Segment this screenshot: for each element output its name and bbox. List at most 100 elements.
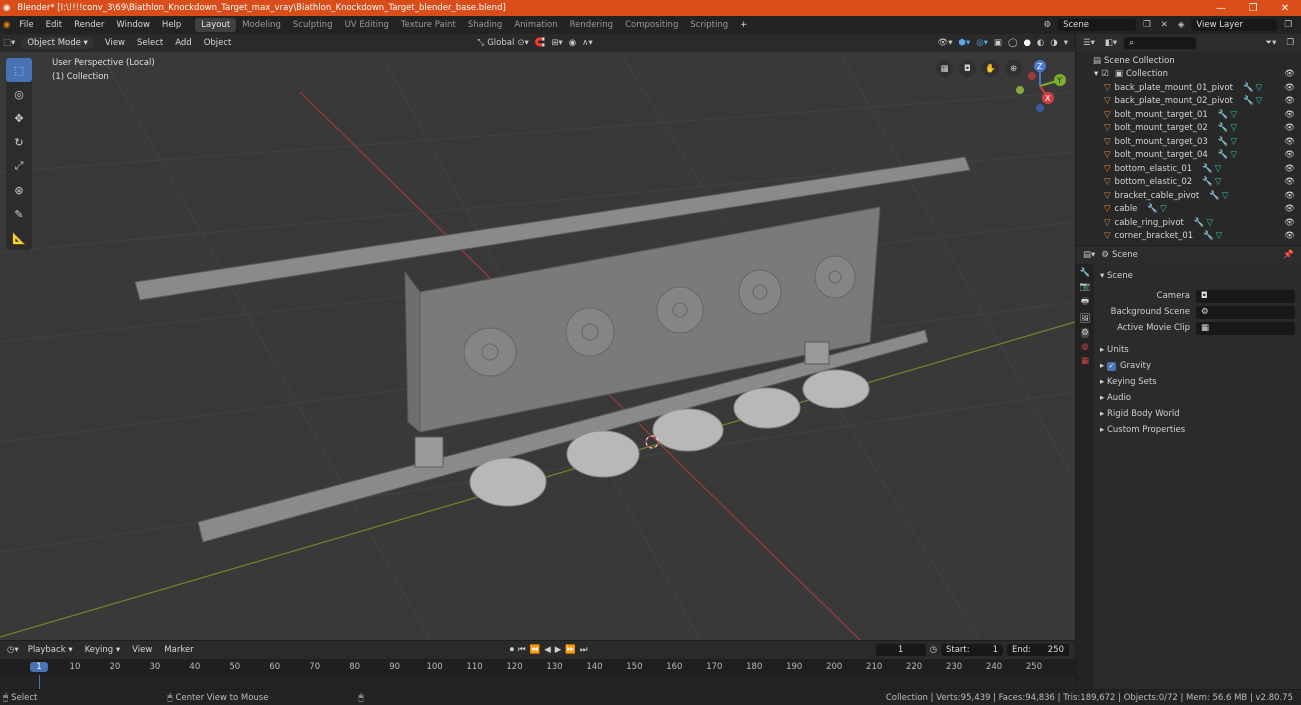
visibility-eye-icon[interactable]: 👁	[1284, 110, 1295, 120]
outliner-item[interactable]: ▽ bolt_mount_target_03 🔧 ▽ 👁	[1104, 135, 1301, 149]
jump-end-icon[interactable]: ⏭	[580, 645, 588, 655]
tab-sculpting[interactable]: Sculpting	[287, 18, 339, 32]
tab-texture-paint[interactable]: Texture Paint	[395, 18, 462, 32]
end-frame-field[interactable]: End: 250	[1007, 644, 1069, 656]
menu-edit[interactable]: Edit	[40, 20, 68, 30]
pivot-point-icon[interactable]: ⊙▾	[517, 38, 528, 48]
remove-scene-icon[interactable]: ✕	[1161, 20, 1168, 30]
units-section[interactable]: ▸ Units	[1100, 342, 1295, 358]
gizmo-neg-y-icon[interactable]	[1016, 86, 1024, 94]
outliner-item[interactable]: ▽ cable 🔧 ▽ 👁	[1104, 203, 1301, 217]
keying-sets-section[interactable]: ▸ Keying Sets	[1100, 374, 1295, 390]
visibility-eye-icon[interactable]: 👁	[1284, 123, 1295, 133]
custom-properties-section[interactable]: ▸ Custom Properties	[1100, 422, 1295, 438]
render-tab-icon[interactable]: 📷	[1080, 282, 1091, 292]
tab-shading[interactable]: Shading	[462, 18, 509, 32]
outliner-item[interactable]: ▽ bolt_mount_target_04 🔧 ▽ 👁	[1104, 149, 1301, 163]
shading-material-icon[interactable]: ◐	[1037, 38, 1044, 48]
menu-render[interactable]: Render	[68, 20, 110, 30]
tab-uv-editing[interactable]: UV Editing	[339, 18, 395, 32]
rotate-tool-icon[interactable]: ↻	[6, 130, 32, 154]
blender-menu-icon[interactable]: ◉	[3, 20, 10, 30]
view-layer-icon[interactable]: ◈	[1178, 20, 1185, 30]
xray-icon[interactable]: ▣	[994, 38, 1002, 48]
menu-window[interactable]: Window	[110, 20, 156, 30]
audio-section[interactable]: ▸ Audio	[1100, 390, 1295, 406]
menu-object[interactable]: Object	[198, 38, 238, 48]
measure-tool-icon[interactable]: 📐	[6, 226, 32, 250]
orientation-dropdown[interactable]: Global	[487, 38, 514, 48]
proportional-edit-icon[interactable]: ◉	[569, 38, 576, 48]
scene-tab-icon[interactable]: ⚙	[1081, 328, 1089, 338]
snap-target-icon[interactable]: ⊞▾	[551, 38, 562, 48]
visibility-eye-icon[interactable]: 👁	[1284, 164, 1295, 174]
frame-ruler[interactable]: 1 10 20 30 40 50 60 70 80 90 100 110 120 130 140 150 160…	[0, 659, 1075, 675]
outliner-editor-icon[interactable]: ☰▾	[1083, 38, 1095, 48]
outliner-item[interactable]: ▽ bolt_mount_target_02 🔧 ▽ 👁	[1104, 122, 1301, 136]
play-icon[interactable]: ▶	[555, 645, 562, 655]
tab-scripting[interactable]: Scripting	[684, 18, 734, 32]
pin-icon[interactable]: 📌	[1283, 250, 1294, 260]
3d-viewport[interactable]: User Perspective (Local) (1) Collection …	[0, 52, 1075, 640]
tool-tab-icon[interactable]: 🔧	[1080, 268, 1091, 278]
overlay-toggle-icon[interactable]: ◎▾	[976, 38, 988, 48]
scene-collection-row[interactable]: ▤ Scene Collection	[1090, 54, 1301, 68]
outliner-item[interactable]: ▽ back_plate_mount_02_pivot 🔧 ▽ 👁	[1104, 95, 1301, 109]
menu-add[interactable]: Add	[169, 38, 197, 48]
jump-start-icon[interactable]: ⏮	[518, 645, 526, 655]
gizmo-neg-z-icon[interactable]	[1036, 104, 1044, 112]
visibility-eye-icon[interactable]: 👁	[1284, 96, 1295, 106]
pan-hand-icon[interactable]: ✋	[982, 60, 999, 77]
scene-selector-icon[interactable]: ⚙	[1043, 20, 1051, 30]
gizmo-toggle-icon[interactable]: ⬢▾	[959, 38, 971, 48]
scene-field[interactable]: Scene	[1058, 19, 1137, 31]
menu-view[interactable]: View	[99, 38, 131, 48]
next-keyframe-icon[interactable]: ⏩	[565, 645, 576, 655]
visibility-eye-icon[interactable]: 👁	[1284, 150, 1295, 160]
outliner-item[interactable]: ▽ bottom_elastic_02 🔧 ▽ 👁	[1104, 176, 1301, 190]
camera-field[interactable]: ◘	[1196, 289, 1295, 303]
record-icon[interactable]: ⏺	[510, 645, 514, 655]
properties-editor-icon[interactable]: ▤▾	[1083, 250, 1095, 260]
visibility-eye-icon[interactable]: 👁	[1284, 218, 1295, 228]
gizmo-neg-x-icon[interactable]	[1028, 72, 1036, 80]
new-view-layer-icon[interactable]: ❐	[1284, 20, 1292, 30]
output-tab-icon[interactable]: 🖶	[1081, 296, 1089, 310]
shading-wireframe-icon[interactable]: ◯	[1008, 38, 1018, 48]
add-workspace-icon[interactable]: +	[734, 20, 753, 30]
minimize-button[interactable]: —	[1205, 3, 1237, 14]
prev-keyframe-icon[interactable]: ⏪	[530, 645, 541, 655]
tab-compositing[interactable]: Compositing	[619, 18, 684, 32]
outliner-search-input[interactable]: ⌕	[1124, 37, 1197, 49]
collection-checkbox-icon[interactable]: ☑	[1101, 69, 1109, 79]
new-collection-icon[interactable]: ❐	[1286, 38, 1294, 48]
rigid-body-section[interactable]: ▸ Rigid Body World	[1100, 406, 1295, 422]
active-clip-field[interactable]: ▦	[1196, 321, 1295, 335]
biathlon-target-model[interactable]	[134, 156, 971, 543]
select-box-tool-icon[interactable]: ⬚	[6, 58, 32, 82]
shading-rendered-icon[interactable]: ◑	[1050, 38, 1057, 48]
visibility-eye-icon[interactable]: 👁	[1284, 137, 1295, 147]
menu-help[interactable]: Help	[156, 20, 187, 30]
annotate-tool-icon[interactable]: ✎	[6, 202, 32, 226]
marker-menu[interactable]: Marker	[158, 645, 199, 655]
collection-eye-icon[interactable]: 👁	[1284, 69, 1295, 79]
shading-options-icon[interactable]: ▾	[1064, 38, 1068, 48]
visibility-eye-icon[interactable]: 👁	[1284, 204, 1295, 214]
visibility-eye-icon[interactable]: 👁	[1284, 177, 1295, 187]
gravity-checkbox[interactable]: ✓	[1106, 361, 1116, 371]
timeline-view-menu[interactable]: View	[126, 645, 158, 655]
shading-solid-icon[interactable]: ●	[1023, 38, 1030, 48]
tab-layout[interactable]: Layout	[195, 18, 237, 32]
playback-menu[interactable]: Playback ▾	[22, 645, 79, 655]
play-reverse-icon[interactable]: ◀	[544, 645, 551, 655]
start-frame-field[interactable]: Start: 1	[941, 644, 1003, 656]
mode-dropdown[interactable]: Object Mode ▾	[22, 37, 93, 49]
falloff-icon[interactable]: ∧▾	[582, 38, 593, 48]
navigation-gizmo[interactable]: Z Y X	[1010, 58, 1070, 114]
transform-orientation-icon[interactable]: ⤡	[477, 38, 484, 48]
gravity-section[interactable]: ▸ ✓ Gravity	[1100, 358, 1295, 374]
tab-animation[interactable]: Animation	[508, 18, 563, 32]
background-scene-field[interactable]: ⚙	[1196, 305, 1295, 319]
timeline-track[interactable]	[0, 675, 1075, 689]
